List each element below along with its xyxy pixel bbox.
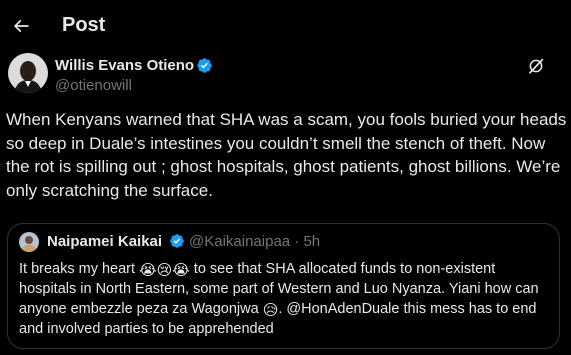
top-bar: Post — [0, 0, 571, 50]
quoted-post[interactable]: Naipamei Kaikai @Kaikainaipaa · 5h It br… — [7, 223, 560, 349]
quoted-post-text: It breaks my heart 😭😢😭 to see that SHA a… — [19, 259, 549, 339]
quoted-author-handle: @Kaikainaipaa · 5h — [189, 233, 321, 250]
crying-emoji-group: 😭😢😭 — [139, 262, 190, 279]
author-handle[interactable]: @otienowill — [55, 76, 132, 95]
quoted-author-name: Naipamei Kaikai — [47, 233, 163, 250]
grok-button[interactable] — [523, 53, 549, 79]
verified-badge-icon — [170, 234, 184, 248]
quoted-text-part-1: It breaks my heart — [19, 261, 140, 277]
back-button[interactable] — [4, 9, 38, 43]
sad-emoji: 😥 — [262, 302, 279, 319]
author-name[interactable]: Willis Evans Otieno — [55, 56, 194, 75]
page-title: Post — [62, 14, 106, 36]
post-text: When Kenyans warned that SHA was a scam,… — [6, 110, 567, 200]
author-avatar[interactable] — [8, 53, 48, 93]
grok-icon — [529, 58, 544, 74]
back-arrow-icon — [13, 19, 29, 33]
verified-badge-icon — [197, 58, 212, 73]
quoted-author-avatar — [19, 232, 39, 252]
